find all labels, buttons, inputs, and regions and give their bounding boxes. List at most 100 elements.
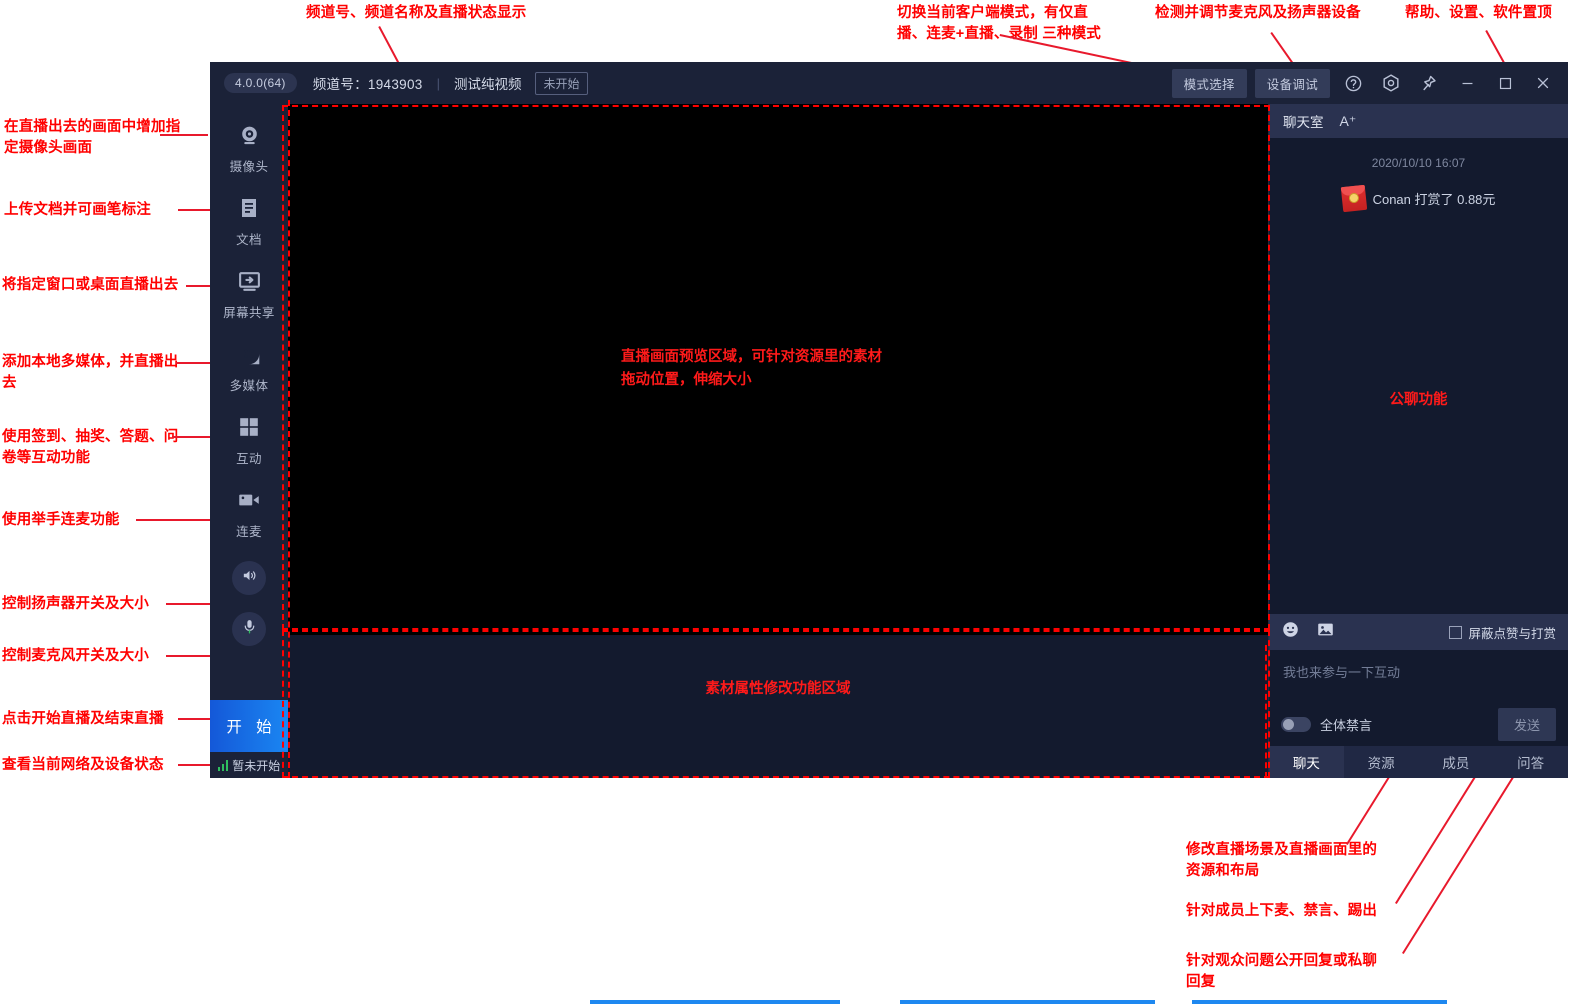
annotation-bottom-resource: 修改直播场景及直播画面里的 资源和布局: [1186, 842, 1378, 879]
annotation-top-help: 帮助、设置、软件置顶: [1405, 5, 1552, 21]
center-column: 直播画面预览区域，可针对资源里的素材 拖动位置，伸缩大小 素材属性修改功能区域: [288, 104, 1268, 778]
mute-all-label: 全体禁言: [1320, 717, 1373, 733]
annotation-top-mode: 切换当前客户端模式，有仅直 播、连麦+直播、录制 三种模式: [897, 5, 1101, 42]
pin-icon[interactable]: [1414, 68, 1444, 98]
device-debug-button[interactable]: 设备调试: [1254, 68, 1330, 98]
sidebar-item-camera[interactable]: 摄像头: [210, 110, 288, 183]
chat-message-list[interactable]: 2020/10/10 16:07 Conan 打赏了 0.88元 公聊功能: [1269, 138, 1568, 614]
leader-line: [172, 436, 210, 438]
leader-line: [166, 603, 210, 605]
tab-qa[interactable]: 问答: [1493, 746, 1568, 778]
annotation-left-document: 上传文档并可画笔标注: [4, 202, 151, 218]
annotation-bottom-member: 针对成员上下麦、禁言、踢出: [1186, 903, 1378, 919]
signal-bars-icon: [217, 759, 229, 771]
leader-line: [1395, 757, 1488, 904]
speaker-button-wrap: [232, 548, 266, 608]
settings-icon[interactable]: [1376, 68, 1406, 98]
annotation-top-device: 检测并调节麦克风及扬声器设备: [1155, 5, 1361, 21]
mode-select-button[interactable]: 模式选择: [1171, 68, 1247, 98]
document-icon: [237, 194, 261, 222]
tab-resource[interactable]: 资源: [1343, 746, 1419, 778]
linkmic-icon: [236, 486, 262, 514]
left-sidebar: 摄像头 文档 屏幕共享 多媒体 互动 连麦 开 始 暂未开始: [210, 104, 288, 778]
annotation-left-start: 点击开始直播及结束直播: [2, 711, 164, 727]
live-status-badge: 未开始: [535, 71, 588, 95]
sidebar-item-multimedia[interactable]: 多媒体: [210, 329, 288, 402]
help-icon[interactable]: [1338, 68, 1368, 98]
microphone-button[interactable]: [232, 612, 266, 646]
live-preview-area[interactable]: 直播画面预览区域，可针对资源里的素材 拖动位置，伸缩大小: [288, 104, 1268, 635]
leader-line: [166, 655, 210, 657]
checkbox-icon: [1449, 625, 1463, 639]
annotation-left-linkmic: 使用举手连麦功能: [2, 512, 120, 528]
annotation-left-microphone: 控制麦克风开关及大小: [2, 648, 149, 664]
speaker-button[interactable]: [232, 561, 266, 595]
maximize-icon[interactable]: [1490, 68, 1520, 98]
material-property-area[interactable]: 素材属性修改功能区域: [288, 635, 1268, 778]
annotation-left-camera: 在直播出去的画面中增加指 定摄像头画面: [4, 119, 181, 156]
font-size-button[interactable]: A⁺: [1340, 113, 1357, 130]
leader-line: [176, 362, 210, 364]
taskbar-item[interactable]: [1192, 1000, 1447, 1004]
chat-toolbar: 屏蔽点赞与打赏: [1269, 614, 1568, 650]
taskbar-item[interactable]: [900, 1000, 1155, 1004]
mute-all-toggle[interactable]: [1281, 716, 1311, 732]
minimize-icon[interactable]: [1452, 68, 1482, 98]
sidebar-label-interaction: 互动: [236, 452, 262, 466]
annotation-left-status: 查看当前网络及设备状态: [2, 757, 164, 773]
leader-line: [136, 519, 210, 521]
leader-line: [178, 209, 210, 211]
taskbar-item[interactable]: [590, 1000, 840, 1004]
annotation-left-speaker: 控制扬声器开关及大小: [2, 596, 149, 612]
title-bar: 4.0.0(64) 频道号：1943903 | 测试纯视频 未开始 模式选择 设…: [210, 62, 1568, 104]
sidebar-label-screen-share: 屏幕共享: [223, 306, 275, 320]
microphone-button-wrap: [232, 608, 266, 659]
channel-name: 测试纯视频: [453, 77, 522, 92]
emoji-icon[interactable]: [1281, 620, 1300, 644]
message-text: Conan 打赏了 0.88元: [1372, 192, 1496, 207]
chat-tabs: 聊天 资源 成员 问答: [1269, 746, 1568, 778]
annotation-left-interaction: 使用签到、抽奖、答题、问 卷等互动功能: [2, 429, 179, 466]
sidebar-item-interaction[interactable]: 互动: [210, 402, 288, 475]
sidebar-label-document: 文档: [236, 233, 262, 247]
chat-header: 聊天室 A⁺: [1269, 104, 1568, 138]
tab-member[interactable]: 成员: [1418, 746, 1494, 778]
tab-chat[interactable]: 聊天: [1269, 746, 1344, 778]
interaction-icon: [237, 413, 261, 441]
image-icon[interactable]: [1316, 620, 1335, 644]
red-packet-icon: [1340, 184, 1367, 213]
block-like-reward-checkbox[interactable]: 屏蔽点赞与打赏: [1449, 623, 1556, 642]
close-icon[interactable]: [1528, 68, 1558, 98]
title-separator: |: [436, 75, 440, 91]
chat-message-item: Conan 打赏了 0.88元: [1269, 184, 1568, 213]
version-badge: 4.0.0(64): [224, 73, 297, 93]
leader-line: [186, 285, 210, 287]
sidebar-item-screen-share[interactable]: 屏幕共享: [210, 256, 288, 329]
annotation-top-channel: 频道号、频道名称及直播状态显示: [306, 5, 527, 21]
leader-line: [1402, 757, 1526, 954]
checkbox-label: 屏蔽点赞与打赏: [1468, 626, 1556, 641]
annotation-left-screenshare: 将指定窗口或桌面直播出去: [2, 277, 179, 293]
leader-line: [160, 134, 208, 136]
chat-footer: 全体禁言 发送: [1269, 702, 1568, 746]
app-window: 4.0.0(64) 频道号：1943903 | 测试纯视频 未开始 模式选择 设…: [210, 62, 1568, 778]
taskbar-strip: [0, 1000, 1577, 1004]
leader-line: [178, 764, 210, 766]
send-button[interactable]: 发送: [1497, 707, 1556, 741]
sidebar-item-document[interactable]: 文档: [210, 183, 288, 256]
network-status-bar[interactable]: 暂未开始: [210, 752, 288, 778]
chat-panel: 聊天室 A⁺ 2020/10/10 16:07 Conan 打赏了 0.88元 …: [1268, 104, 1568, 778]
screenshot-root: 频道号、频道名称及直播状态显示 切换当前客户端模式，有仅直 播、连麦+直播、录制…: [0, 0, 1577, 1004]
chat-title: 聊天室: [1283, 115, 1324, 130]
chat-input[interactable]: 我也来参与一下互动: [1269, 650, 1568, 702]
network-status-label: 暂未开始: [232, 758, 281, 773]
window-body: 摄像头 文档 屏幕共享 多媒体 互动 连麦 开 始 暂未开始 直播画面预览区域，…: [210, 104, 1568, 778]
sidebar-label-linkmic: 连麦: [236, 525, 262, 539]
leader-line: [178, 718, 210, 720]
camera-icon: [237, 121, 262, 149]
microphone-icon: [241, 618, 258, 640]
start-live-button[interactable]: 开 始: [210, 700, 288, 752]
message-timestamp: 2020/10/10 16:07: [1371, 156, 1466, 170]
sidebar-item-linkmic[interactable]: 连麦: [210, 475, 288, 548]
annotation-bottom-qa: 针对观众问题公开回复或私聊 回复: [1186, 953, 1378, 990]
